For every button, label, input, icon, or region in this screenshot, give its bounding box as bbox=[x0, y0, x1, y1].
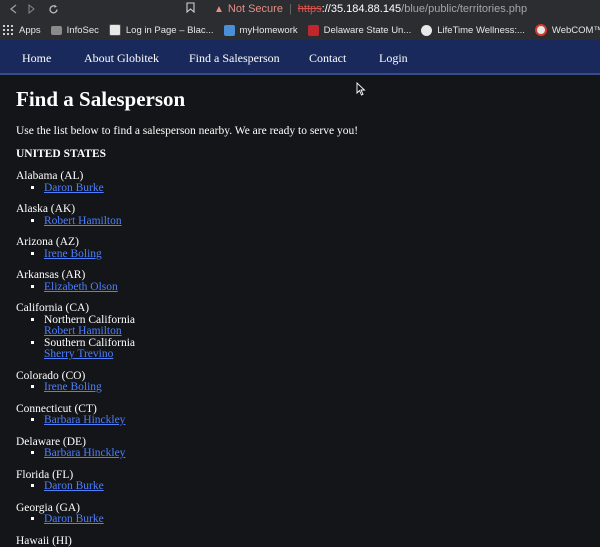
nav-login[interactable]: Login bbox=[379, 51, 408, 66]
state-block: Hawaii (HI) bbox=[16, 536, 586, 547]
bookmark-dsu[interactable]: Delaware State Un... bbox=[308, 25, 412, 36]
bookmark-apps[interactable]: Apps bbox=[0, 25, 41, 36]
state-block: Alabama (AL)Daron Burke bbox=[16, 171, 586, 194]
blackboard-icon bbox=[109, 24, 121, 36]
globe-icon bbox=[421, 25, 432, 36]
url-path: /blue/public/territories.php bbox=[401, 3, 527, 15]
nav-contact[interactable]: Contact bbox=[309, 51, 346, 66]
bookmark-label: Log in Page – Blac... bbox=[126, 25, 214, 36]
salesperson-link[interactable]: Daron Burke bbox=[44, 513, 104, 525]
url-scheme: https bbox=[298, 3, 322, 15]
intro-text: Use the list below to find a salesperson… bbox=[16, 124, 586, 138]
main-content: Find a Salesperson Use the list below to… bbox=[16, 84, 586, 547]
salesperson-list: Elizabeth Olson bbox=[16, 282, 586, 294]
nav-find-salesperson[interactable]: Find a Salesperson bbox=[189, 51, 280, 66]
bookmark-infosec[interactable]: InfoSec bbox=[51, 25, 99, 36]
bookmark-label: WebCOM™ 2.0 bbox=[552, 25, 600, 36]
salesperson-link[interactable]: Daron Burke bbox=[44, 182, 104, 194]
region-item: Southern CaliforniaSherry Trevino bbox=[44, 338, 586, 361]
apps-grid-icon bbox=[3, 25, 13, 35]
back-icon[interactable] bbox=[6, 2, 20, 16]
bookmark-lifetime[interactable]: LifeTime Wellness:... bbox=[421, 25, 525, 36]
salesperson-item: Barbara Hinckley bbox=[44, 448, 586, 460]
salesperson-item: Robert Hamilton bbox=[44, 216, 586, 228]
country-heading: UNITED STATES bbox=[16, 147, 586, 161]
state-block: Florida (FL)Daron Burke bbox=[16, 470, 586, 493]
state-block: Georgia (GA)Daron Burke bbox=[16, 503, 586, 526]
salesperson-list: Daron Burke bbox=[16, 481, 586, 493]
myhomework-icon bbox=[224, 25, 235, 36]
salesperson-item: Daron Burke bbox=[44, 481, 586, 493]
salesperson-link[interactable]: Barbara Hinckley bbox=[44, 447, 125, 459]
state-block: Arizona (AZ)Irene Boling bbox=[16, 237, 586, 260]
state-block: Delaware (DE)Barbara Hinckley bbox=[16, 437, 586, 460]
url-separator: | bbox=[289, 3, 292, 15]
bookmark-myhomework[interactable]: myHomework bbox=[224, 25, 298, 36]
state-block: Alaska (AK)Robert Hamilton bbox=[16, 204, 586, 227]
bookmark-webcom[interactable]: WebCOM™ 2.0 bbox=[535, 24, 600, 36]
webcom-icon bbox=[535, 24, 547, 36]
state-block: California (CA)Northern CaliforniaRobert… bbox=[16, 303, 586, 361]
not-secure-label: Not Secure bbox=[228, 3, 283, 15]
state-block: Arkansas (AR)Elizabeth Olson bbox=[16, 270, 586, 293]
salesperson-link[interactable]: Sherry Trevino bbox=[44, 348, 113, 360]
bookmarks-bar: Apps InfoSec Log in Page – Blac... myHom… bbox=[0, 20, 600, 40]
salesperson-list: Barbara Hinckley bbox=[16, 415, 586, 427]
dsu-icon bbox=[308, 25, 319, 36]
forward-icon[interactable] bbox=[25, 2, 39, 16]
state-block: Colorado (CO)Irene Boling bbox=[16, 371, 586, 394]
bookmark-label: Delaware State Un... bbox=[324, 25, 412, 36]
salesperson-item: Irene Boling bbox=[44, 249, 586, 261]
salesperson-link[interactable]: Irene Boling bbox=[44, 381, 102, 393]
bookmark-label: LifeTime Wellness:... bbox=[437, 25, 525, 36]
bookmark-label: myHomework bbox=[240, 25, 298, 36]
page-title: Find a Salesperson bbox=[16, 84, 586, 114]
salesperson-item: Irene Boling bbox=[44, 382, 586, 394]
salesperson-item: Daron Burke bbox=[44, 183, 586, 195]
salesperson-item: Daron Burke bbox=[44, 514, 586, 526]
browser-toolbar: ▲ Not Secure | https://35.184.88.145/blu… bbox=[0, 0, 600, 18]
warning-icon: ▲ bbox=[214, 4, 224, 15]
state-name: California (CA) bbox=[16, 303, 586, 315]
salesperson-list: Barbara Hinckley bbox=[16, 448, 586, 460]
bookmark-blackboard[interactable]: Log in Page – Blac... bbox=[109, 24, 214, 36]
reload-icon[interactable] bbox=[46, 2, 60, 16]
salesperson-list: Robert Hamilton bbox=[16, 216, 586, 228]
salesperson-link[interactable]: Robert Hamilton bbox=[44, 215, 122, 227]
bookmark-label: Apps bbox=[19, 25, 41, 36]
salesperson-list: Daron Burke bbox=[16, 183, 586, 195]
salesperson-list: Irene Boling bbox=[16, 249, 586, 261]
salesperson-link[interactable]: Robert Hamilton bbox=[44, 325, 122, 337]
folder-icon bbox=[51, 26, 62, 35]
bookmark-label: InfoSec bbox=[67, 25, 99, 36]
url-host: ://35.184.88.145 bbox=[322, 3, 402, 15]
state-block: Connecticut (CT)Barbara Hinckley bbox=[16, 404, 586, 427]
state-name: Hawaii (HI) bbox=[16, 536, 586, 547]
salesperson-list: Daron Burke bbox=[16, 514, 586, 526]
salesperson-link[interactable]: Daron Burke bbox=[44, 480, 104, 492]
address-bar[interactable]: ▲ Not Secure | https://35.184.88.145/blu… bbox=[214, 1, 527, 17]
salesperson-link[interactable]: Elizabeth Olson bbox=[44, 281, 118, 293]
bookmark-page-icon[interactable] bbox=[186, 2, 195, 13]
region-name: Northern California bbox=[44, 315, 586, 327]
states-list: Alabama (AL)Daron Burke Alaska (AK)Robert… bbox=[16, 171, 586, 547]
site-nav: Home About Globitek Find a Salesperson C… bbox=[0, 40, 600, 75]
salesperson-list: Northern CaliforniaRobert HamiltonSouthe… bbox=[16, 315, 586, 361]
region-name: Southern California bbox=[44, 338, 586, 350]
salesperson-link[interactable]: Irene Boling bbox=[44, 248, 102, 260]
salesperson-link[interactable]: Barbara Hinckley bbox=[44, 414, 125, 426]
salesperson-list: Irene Boling bbox=[16, 382, 586, 394]
browser-chrome: ▲ Not Secure | https://35.184.88.145/blu… bbox=[0, 0, 600, 40]
nav-home[interactable]: Home bbox=[22, 51, 51, 66]
nav-about[interactable]: About Globitek bbox=[84, 51, 159, 66]
region-item: Northern CaliforniaRobert Hamilton bbox=[44, 315, 586, 338]
salesperson-item: Elizabeth Olson bbox=[44, 282, 586, 294]
salesperson-item: Barbara Hinckley bbox=[44, 415, 586, 427]
